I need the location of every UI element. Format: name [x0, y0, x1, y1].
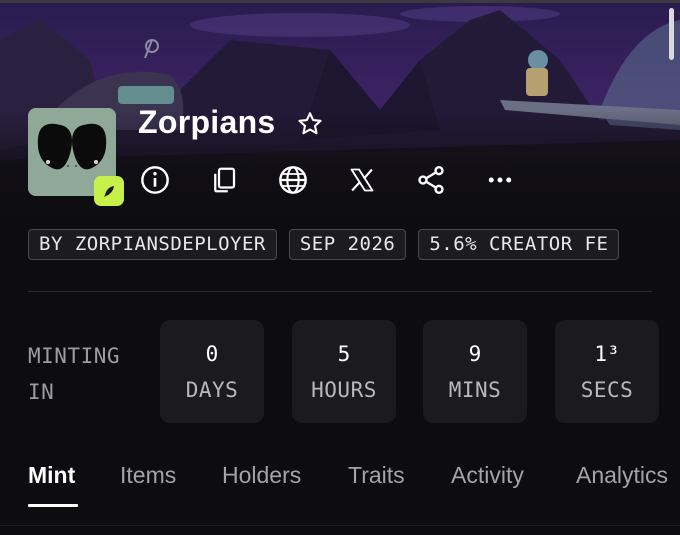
tab-holders[interactable]: Holders — [222, 462, 301, 489]
tab-activity[interactable]: Activity — [451, 462, 524, 489]
countdown-unit: HOURS — [311, 378, 377, 402]
info-button[interactable] — [138, 163, 172, 197]
minting-label: MINTING IN — [28, 338, 148, 410]
more-button[interactable] — [483, 163, 517, 197]
tabs-bottom-border — [0, 525, 680, 526]
date-tag: SEP 2026 — [288, 229, 407, 260]
share-icon — [418, 166, 444, 194]
copy-button[interactable] — [207, 163, 241, 197]
share-button[interactable] — [414, 163, 448, 197]
collection-tags: BY ZORPIANSDEPLOYER SEP 2026 5.6% CREATOR … — [28, 229, 652, 260]
active-tab-indicator — [28, 504, 78, 507]
tab-analytics[interactable]: Analytics — [576, 462, 668, 489]
globe-icon — [279, 166, 307, 194]
website-button[interactable] — [276, 163, 310, 197]
tab-traits[interactable]: Traits — [348, 462, 405, 489]
countdown-value: 0 — [205, 342, 219, 366]
x-logo-icon — [350, 168, 374, 192]
x-button[interactable] — [345, 163, 379, 197]
collection-title: Zorpians — [138, 104, 276, 140]
section-divider — [28, 291, 652, 292]
countdown-unit: SECS — [580, 378, 634, 402]
countdown-unit: MINS — [448, 378, 502, 402]
creator-tag[interactable]: BY ZORPIANSDEPLOYER — [28, 229, 277, 260]
countdown-unit: DAYS — [185, 378, 239, 402]
countdown-value: 5 — [337, 342, 351, 366]
copy-icon — [214, 167, 236, 193]
info-icon — [141, 166, 169, 194]
top-edge — [0, 0, 680, 3]
countdown-days: 0 DAYS — [160, 320, 264, 423]
tab-items[interactable]: Items — [120, 462, 176, 489]
scrollbar-thumb[interactable] — [669, 8, 674, 60]
minting-label-line1: MINTING — [28, 344, 121, 368]
countdown-mins: 9 MINS — [423, 320, 527, 423]
countdown-hours: 5 HOURS — [292, 320, 396, 423]
countdown-value: 9 — [468, 342, 482, 366]
favorite-star-icon[interactable] — [296, 110, 324, 138]
minting-label-line2: IN — [28, 380, 55, 404]
creator-fee-tag: 5.6% CREATOR FE — [418, 229, 620, 260]
quill-icon — [104, 186, 114, 197]
tab-mint[interactable]: Mint — [28, 462, 75, 489]
creator-badge — [94, 176, 124, 206]
countdown-secs: 1³ SECS — [555, 320, 659, 423]
ellipsis-icon — [488, 177, 512, 183]
countdown-value: 1³ — [594, 342, 620, 366]
collection-actions — [138, 163, 552, 197]
